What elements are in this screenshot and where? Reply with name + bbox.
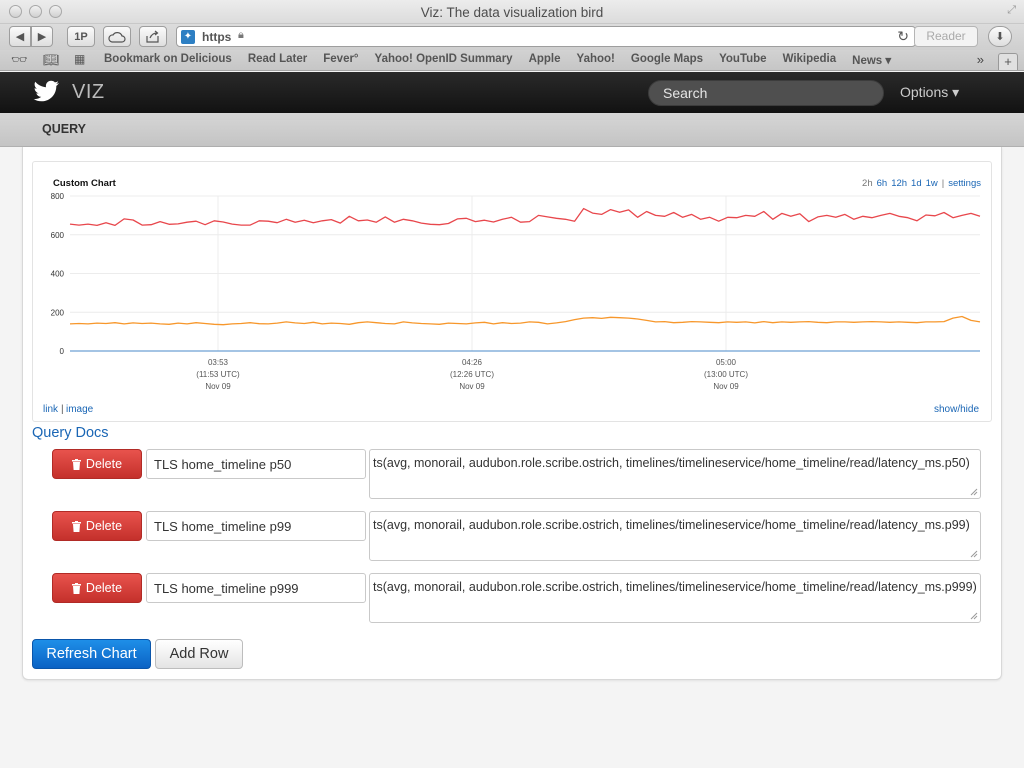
reader-button[interactable]: Reader	[914, 26, 978, 47]
x-tick-label: (13:00 UTC)	[704, 370, 748, 379]
options-menu[interactable]: Options ▾	[900, 84, 959, 101]
share-button[interactable]	[139, 26, 167, 47]
window-title: Viz: The data visualization bird	[420, 5, 604, 20]
bookmark-item[interactable]: Yahoo!	[577, 53, 615, 67]
bookmark-item[interactable]: Bookmark on Delicious	[104, 53, 232, 67]
new-tab-button[interactable]: +	[998, 53, 1018, 70]
delete-label: Delete	[85, 457, 123, 471]
show-hide-link[interactable]: show/hide	[934, 404, 979, 415]
search-input[interactable]	[648, 80, 884, 106]
url-scheme: https	[202, 30, 232, 44]
bookmark-list: Bookmark on Delicious Read Later Fever° …	[104, 53, 891, 67]
forward-arrow-icon: ▶	[37, 31, 47, 43]
refresh-chart-button[interactable]: Refresh Chart	[32, 639, 151, 669]
resize-grip-icon[interactable]	[969, 611, 978, 620]
nav-item-query[interactable]: QUERY	[42, 122, 86, 136]
add-row-button[interactable]: Add Row	[155, 639, 243, 669]
twitter-favicon-icon: ✦	[181, 30, 195, 44]
y-tick-label: 200	[51, 308, 65, 317]
bookmark-item[interactable]: Yahoo! OpenID Summary	[375, 53, 513, 67]
y-tick-label: 0	[60, 347, 65, 356]
x-tick-label: Nov 09	[713, 382, 739, 391]
delete-label: Delete	[85, 581, 123, 595]
y-tick-label: 400	[51, 270, 65, 279]
lock-icon: 🔒︎	[238, 29, 244, 41]
series-name-input[interactable]	[146, 511, 366, 541]
chart-link[interactable]: link	[43, 404, 58, 415]
fullscreen-icon[interactable]: ⤢	[1007, 4, 1016, 17]
series-name-input[interactable]	[146, 573, 366, 603]
resize-grip-icon[interactable]	[969, 487, 978, 496]
y-tick-label: 600	[51, 231, 65, 240]
x-tick-label: 03:53	[208, 358, 229, 367]
bookmark-item[interactable]: News ▾	[852, 53, 891, 67]
share-icon	[146, 30, 159, 43]
x-tick-label: 05:00	[716, 358, 737, 367]
reload-icon[interactable]: ↻	[897, 28, 909, 45]
app-brand[interactable]: VIZ	[72, 81, 105, 104]
sub-navigation: QUERY	[0, 113, 1024, 147]
back-arrow-icon: ◀	[15, 31, 25, 43]
query-textarea[interactable]: ts(avg, monorail, audubon.role.scribe.os…	[369, 511, 981, 561]
window-titlebar: Viz: The data visualization bird ⤢	[0, 0, 1024, 24]
line-chart: 0 200 400 600 800 03:53 (11:53 UTC) Nov 09 04:26…	[51, 192, 981, 391]
delete-label: Delete	[85, 519, 123, 533]
bookmarks-bar: 👓︎ 📖︎ ▦ Bookmark on Delicious Read Later…	[0, 50, 1024, 71]
delete-button[interactable]: Delete	[52, 511, 142, 541]
trash-icon	[71, 582, 81, 594]
delete-button[interactable]: Delete	[52, 573, 142, 603]
trash-icon	[71, 458, 81, 470]
bookmark-item[interactable]: Read Later	[248, 53, 307, 67]
bookmark-item[interactable]: Google Maps	[631, 53, 703, 67]
x-tick-label: (12:26 UTC)	[450, 370, 494, 379]
query-docs-link[interactable]: Query Docs	[32, 425, 109, 441]
series-line	[69, 315, 981, 326]
cloud-icon	[108, 31, 126, 43]
resize-grip-icon[interactable]	[969, 549, 978, 558]
forward-button[interactable]: ▶	[31, 26, 53, 47]
bookmark-item[interactable]: YouTube	[719, 53, 766, 67]
back-button[interactable]: ◀	[9, 26, 31, 47]
bookmark-item[interactable]: Wikipedia	[783, 53, 837, 67]
series-line	[69, 207, 981, 227]
chart-image-link[interactable]: image	[66, 404, 93, 415]
app-header: VIZ Options ▾	[0, 72, 1024, 113]
address-bar[interactable]: ✦ https 🔒︎ ↻	[176, 26, 916, 47]
icloud-tabs-button[interactable]	[103, 26, 131, 47]
delete-button[interactable]: Delete	[52, 449, 142, 479]
reading-list-icon[interactable]: 👓︎	[11, 52, 28, 68]
y-tick-label: 800	[51, 192, 65, 201]
x-tick-label: 04:26	[462, 358, 483, 367]
x-tick-label: Nov 09	[205, 382, 231, 391]
query-textarea[interactable]: ts(avg, monorail, audubon.role.scribe.os…	[369, 573, 981, 623]
link-separator: |	[61, 404, 64, 415]
x-tick-label: Nov 09	[459, 382, 485, 391]
browser-toolbar: ◀ ▶ 1P ✦ https 🔒︎ ↻ Reader ⬇︎	[0, 24, 1024, 50]
trash-icon	[71, 520, 81, 532]
bookmarks-overflow-icon[interactable]: »	[977, 52, 984, 67]
download-icon: ⬇︎	[995, 31, 1005, 43]
onepassword-button[interactable]: 1P	[67, 26, 95, 47]
downloads-button[interactable]: ⬇︎	[988, 26, 1012, 47]
query-textarea[interactable]: ts(avg, monorail, audubon.role.scribe.os…	[369, 449, 981, 499]
top-sites-grid-icon[interactable]: ▦	[74, 52, 85, 66]
bookmark-item[interactable]: Apple	[529, 53, 561, 67]
x-tick-label: (11:53 UTC)	[196, 370, 240, 379]
series-name-input[interactable]	[146, 449, 366, 479]
bookmark-item[interactable]: Fever°	[323, 53, 358, 67]
bookmarks-book-icon[interactable]: 📖︎	[43, 52, 60, 68]
twitter-bird-icon[interactable]	[32, 80, 60, 104]
